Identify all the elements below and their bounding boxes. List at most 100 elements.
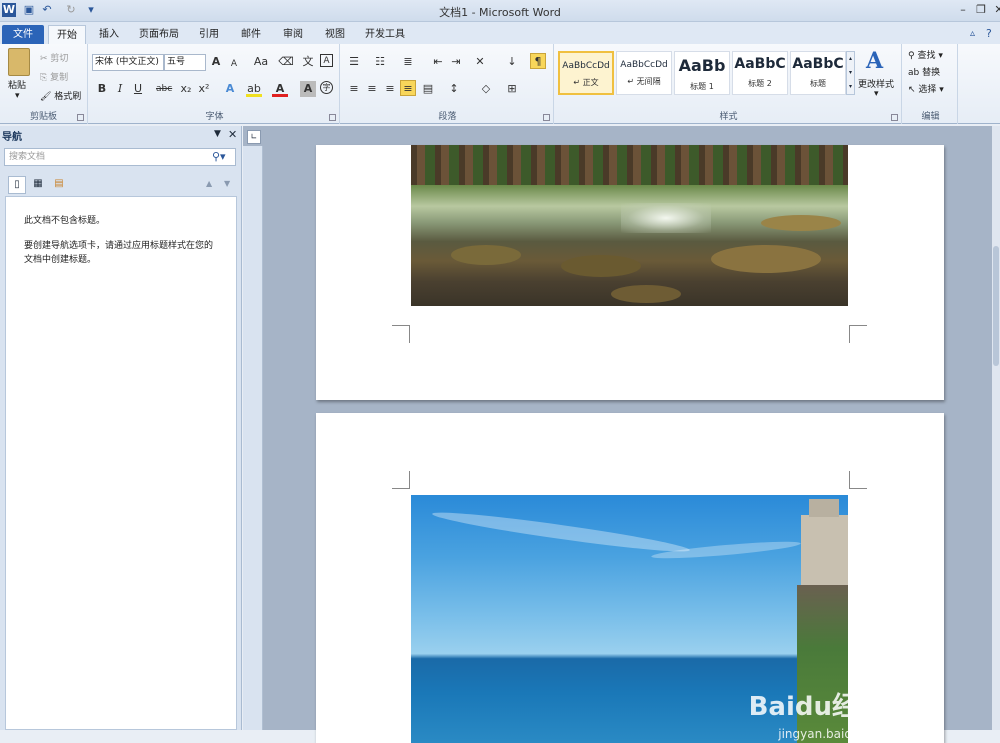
scrollbar-thumb[interactable]: [993, 246, 999, 366]
font-color-icon[interactable]: A: [272, 81, 288, 97]
style-name: 标题 1: [690, 82, 714, 91]
chinese-layout-icon[interactable]: ✕: [472, 54, 488, 70]
grow-font-icon[interactable]: A: [208, 54, 224, 70]
phonetic-guide-icon[interactable]: 文: [300, 54, 316, 70]
styles-launcher-icon[interactable]: [891, 114, 898, 121]
text-effects-icon[interactable]: A: [222, 81, 238, 97]
tab-page-layout[interactable]: 页面布局: [136, 25, 182, 44]
distributed-icon[interactable]: ▤: [420, 81, 436, 97]
style-preview: AaBbC: [792, 56, 844, 72]
clipboard-launcher-icon[interactable]: [77, 114, 84, 121]
font-size-select[interactable]: 五号: [164, 54, 206, 71]
help-icon[interactable]: ?: [986, 27, 992, 40]
subscript-icon[interactable]: x₂: [178, 81, 194, 97]
font-name-select[interactable]: 宋体 (中文正文): [92, 54, 164, 71]
style-heading-2[interactable]: AaBbC 标题 2: [732, 51, 788, 95]
tab-review[interactable]: 审阅: [278, 25, 308, 44]
style-no-spacing[interactable]: AaBbCcDd ↵ 无间隔: [616, 51, 672, 95]
tab-view[interactable]: 视图: [320, 25, 350, 44]
align-right-icon[interactable]: ≡: [382, 81, 398, 97]
change-styles-dropdown-icon[interactable]: ▾: [874, 89, 879, 99]
minimize-ribbon-icon[interactable]: ▵: [970, 28, 975, 39]
search-input[interactable]: 搜索文档: [4, 148, 236, 166]
format-painter-button[interactable]: 🖌 格式刷: [40, 89, 81, 102]
align-left-icon[interactable]: ≡: [346, 81, 362, 97]
select-button[interactable]: ↖ 选择 ▾: [908, 82, 944, 95]
tab-insert[interactable]: 插入: [94, 25, 124, 44]
forest-roots: [411, 145, 848, 185]
previous-heading-icon[interactable]: ▲: [206, 179, 212, 188]
search-icon[interactable]: ⚲▾: [212, 150, 226, 163]
editing-label: 编辑: [921, 112, 940, 122]
change-case-icon[interactable]: Aa: [250, 54, 272, 70]
paragraph-launcher-icon[interactable]: [543, 114, 550, 121]
character-border-icon[interactable]: A: [320, 54, 333, 67]
clipboard-label: 剪贴板: [29, 112, 57, 122]
line-spacing-icon[interactable]: ↕: [446, 81, 462, 97]
water-glare: [621, 203, 711, 233]
justify-icon[interactable]: ≡: [400, 80, 416, 96]
style-normal[interactable]: AaBbCcDd ↵ 正文: [558, 51, 614, 95]
change-styles-icon[interactable]: A: [866, 48, 883, 74]
style-preview: AaBbC: [734, 56, 786, 72]
find-button[interactable]: ⚲ 查找 ▾: [908, 48, 943, 61]
ribbon-tabs: 文件 开始 插入 页面布局 引用 邮件 审阅 视图 开发工具 ▵ ?: [0, 22, 1000, 44]
shrink-font-icon[interactable]: A: [226, 56, 242, 72]
bullets-icon[interactable]: ☰: [346, 54, 362, 70]
page-2[interactable]: Baidu经验 jingyan.baidu.com: [316, 413, 944, 743]
multilevel-list-icon[interactable]: ≣: [400, 54, 416, 70]
shading-icon[interactable]: ◇: [478, 81, 494, 97]
cut-button[interactable]: ✂ 剪切: [40, 51, 68, 64]
nav-body: 此文档不包含标题。 要创建导航选项卡，请通过应用标题样式在您的文档中创建标题。: [5, 196, 237, 730]
paste-dropdown-icon[interactable]: ▾: [15, 91, 20, 101]
river-photo: [411, 145, 848, 306]
character-shading-icon[interactable]: A: [300, 81, 316, 97]
highlight-icon[interactable]: ab: [246, 81, 262, 97]
replace-button[interactable]: ab 替换: [908, 65, 940, 78]
tab-mailings[interactable]: 邮件: [236, 25, 266, 44]
vertical-scrollbar[interactable]: [992, 126, 1000, 730]
close-icon[interactable]: ✕: [990, 2, 1000, 18]
bold-icon[interactable]: B: [94, 81, 110, 97]
styles-scroll-icon[interactable]: ▴ ▾ ▾: [846, 51, 855, 95]
styles-group: AaBbCcDd ↵ 正文 AaBbCcDd ↵ 无间隔 AaBb 标题 1 A…: [556, 44, 902, 124]
nav-close-icon[interactable]: ✕: [228, 128, 237, 141]
paste-icon[interactable]: [8, 48, 30, 76]
browse-results-tab-icon[interactable]: ▤: [50, 176, 68, 194]
decrease-indent-icon[interactable]: ⇤: [430, 54, 446, 70]
browse-pages-tab-icon[interactable]: ▦: [29, 176, 47, 194]
tab-home[interactable]: 开始: [48, 25, 86, 44]
borders-icon[interactable]: ⊞: [504, 81, 520, 97]
style-heading-1[interactable]: AaBb 标题 1: [674, 51, 730, 95]
copy-button[interactable]: ⎘ 复制: [40, 70, 68, 83]
browse-headings-tab-icon[interactable]: ▯: [8, 176, 26, 194]
nav-menu-icon[interactable]: ▼: [214, 129, 221, 139]
rock: [561, 255, 641, 277]
sort-icon[interactable]: ↓: [504, 54, 520, 70]
page-1[interactable]: [316, 145, 944, 400]
watermark-url: jingyan.baidu.com: [778, 727, 889, 741]
tab-references[interactable]: 引用: [194, 25, 224, 44]
show-hide-marks-icon[interactable]: ¶: [530, 53, 546, 69]
style-title[interactable]: AaBbC 标题: [790, 51, 846, 95]
font-launcher-icon[interactable]: [329, 114, 336, 121]
tab-file[interactable]: 文件: [2, 25, 44, 44]
next-heading-icon[interactable]: ▼: [224, 179, 230, 188]
tab-selector-icon[interactable]: ∟: [247, 130, 261, 144]
rock: [761, 215, 841, 231]
cloud: [650, 538, 802, 562]
underline-icon[interactable]: U: [130, 81, 146, 97]
minimize-icon[interactable]: –: [954, 2, 972, 18]
tab-developer[interactable]: 开发工具: [362, 25, 408, 44]
superscript-icon[interactable]: x²: [196, 81, 212, 97]
style-name: 标题: [810, 79, 826, 88]
center-icon[interactable]: ≡: [364, 81, 380, 97]
enclose-characters-icon[interactable]: 字: [320, 81, 333, 94]
paste-button[interactable]: 粘贴: [8, 78, 26, 91]
strikethrough-icon[interactable]: abc: [156, 81, 172, 97]
restore-icon[interactable]: ❐: [972, 2, 990, 18]
numbering-icon[interactable]: ☷: [372, 54, 388, 70]
clear-formatting-icon[interactable]: ⌫: [278, 54, 294, 70]
italic-icon[interactable]: I: [112, 81, 128, 97]
increase-indent-icon[interactable]: ⇥: [448, 54, 464, 70]
